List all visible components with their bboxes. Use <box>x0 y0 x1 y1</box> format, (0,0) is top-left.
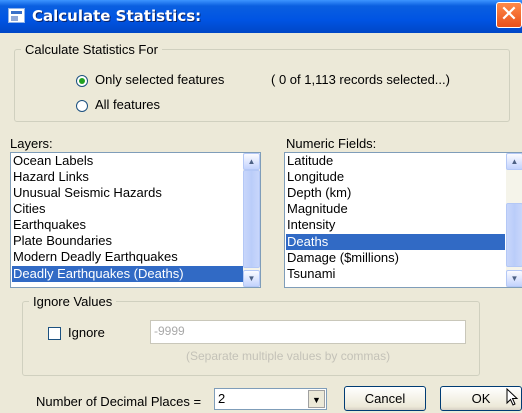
layers-scrollbar[interactable]: ▲ ▼ <box>243 153 260 287</box>
list-item[interactable]: Latitude <box>287 153 333 169</box>
title-bar[interactable]: Calculate Statistics: ✕ <box>0 0 522 33</box>
list-item[interactable]: Damage ($millions) <box>287 250 399 266</box>
list-item[interactable]: Intensity <box>287 217 335 233</box>
list-item[interactable]: Longitude <box>287 169 344 185</box>
arrow-down-icon[interactable]: ▼ <box>506 270 522 287</box>
ignore-hint: (Separate multiple values by commas) <box>186 349 391 363</box>
arrow-up-icon[interactable]: ▲ <box>243 153 260 170</box>
scroll-thumb[interactable] <box>506 203 522 267</box>
radio-all-features[interactable] <box>76 100 88 112</box>
layers-listbox[interactable]: Ocean Labels Hazard Links Unusual Seismi… <box>10 152 261 288</box>
ignore-checkbox[interactable] <box>48 327 61 340</box>
mouse-pointer-icon <box>506 388 519 406</box>
list-item[interactable]: Earthquakes <box>13 217 86 233</box>
list-item[interactable]: Cities <box>13 201 46 217</box>
arrow-down-icon[interactable]: ▼ <box>243 270 260 287</box>
list-item-selected[interactable]: Deadly Earthquakes (Deaths) <box>12 266 244 282</box>
arrow-up-icon[interactable]: ▲ <box>506 153 522 170</box>
calculate-for-legend: Calculate Statistics For <box>25 42 158 57</box>
ignore-checkbox-label[interactable]: Ignore <box>68 325 105 340</box>
decimal-places-label: Number of Decimal Places = <box>36 394 202 409</box>
radio-all-features-label[interactable]: All features <box>95 97 160 112</box>
close-icon: ✕ <box>499 2 519 27</box>
list-item[interactable]: Ocean Labels <box>13 153 93 169</box>
cancel-button[interactable]: Cancel <box>344 386 426 411</box>
list-item[interactable]: Plate Boundaries <box>13 233 112 249</box>
ignore-values-text: -9999 <box>154 324 185 338</box>
decimal-places-value: 2 <box>218 391 226 406</box>
layers-label: Layers: <box>10 136 53 151</box>
close-button[interactable]: ✕ <box>496 2 522 28</box>
list-item-selected[interactable]: Deaths <box>286 234 505 250</box>
radio-only-selected-label[interactable]: Only selected features <box>95 72 224 87</box>
window-icon <box>8 8 25 23</box>
list-item[interactable]: Modern Deadly Earthquakes <box>13 249 178 265</box>
window-title: Calculate Statistics: <box>32 7 202 25</box>
radio-only-selected[interactable] <box>76 75 88 87</box>
scroll-thumb[interactable] <box>243 170 260 268</box>
list-item[interactable]: Depth (km) <box>287 185 351 201</box>
ignore-values-input[interactable]: -9999 <box>150 320 466 344</box>
records-selected-note: ( 0 of 1,113 records selected...) <box>271 72 450 87</box>
cancel-button-label: Cancel <box>364 391 406 406</box>
list-item[interactable]: Hazard Links <box>13 169 89 185</box>
list-item[interactable]: Tsunami <box>287 266 335 282</box>
list-item[interactable]: Unusual Seismic Hazards <box>13 185 162 201</box>
ignore-values-legend: Ignore Values <box>33 294 113 309</box>
ok-button-label: OK <box>471 391 491 406</box>
numeric-fields-label: Numeric Fields: <box>286 136 377 151</box>
decimal-places-select[interactable]: 2 ▼ <box>214 388 327 410</box>
list-item[interactable]: Magnitude <box>287 201 348 217</box>
fields-scrollbar[interactable]: ▲ ▼ <box>506 153 522 287</box>
chevron-down-icon[interactable]: ▼ <box>308 390 325 408</box>
numeric-fields-listbox[interactable]: Latitude Longitude Depth (km) Magnitude … <box>284 152 522 288</box>
